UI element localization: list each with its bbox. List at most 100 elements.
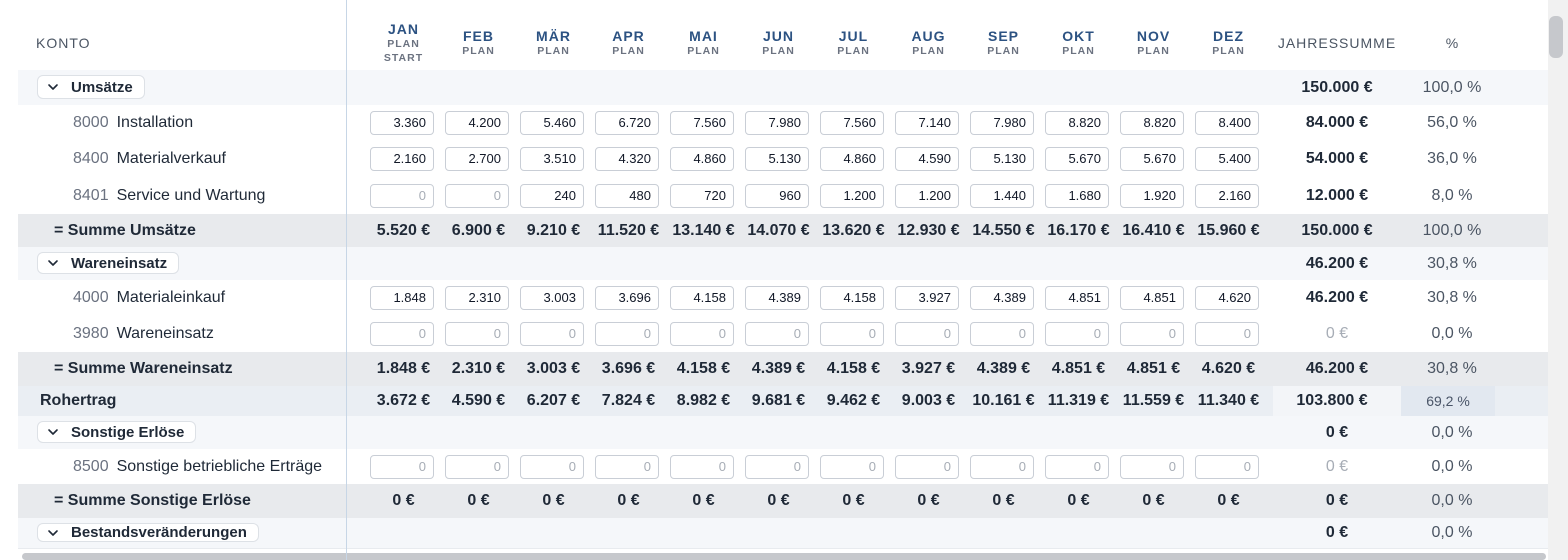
month-value-input[interactable]: 5.400 (1195, 147, 1259, 171)
month-value-input[interactable]: 0 (595, 322, 659, 346)
month-plan-label: PLAN (612, 45, 645, 57)
month-value-input[interactable]: 5.670 (1045, 147, 1109, 171)
month-value-input[interactable]: 960 (745, 184, 809, 208)
share-percent: 8,0 % (1431, 186, 1473, 204)
vertical-scroll-track[interactable] (1548, 0, 1568, 560)
month-value-input[interactable]: 7.980 (745, 111, 809, 135)
month-value-input[interactable]: 1.200 (895, 184, 959, 208)
vertical-scrollbar-thumb[interactable] (1549, 16, 1563, 58)
month-value-input[interactable]: 0 (820, 322, 884, 346)
month-total: 4.851 € (1126, 360, 1181, 377)
month-value-input[interactable]: 0 (1045, 322, 1109, 346)
group-label: Bestandsveränderungen (71, 524, 247, 541)
month-value-input[interactable]: 0 (895, 322, 959, 346)
month-total: 0 € (842, 492, 865, 509)
month-value-input[interactable]: 4.389 (745, 286, 809, 310)
month-value-input[interactable]: 1.200 (820, 184, 884, 208)
month-total: 0 € (767, 492, 790, 509)
month-value-input[interactable]: 240 (520, 184, 584, 208)
month-value-input[interactable]: 2.160 (370, 147, 434, 171)
month-value-input[interactable]: 7.560 (670, 111, 734, 135)
year-sum: 103.800 € (1296, 392, 1368, 409)
month-value-input[interactable]: 7.980 (970, 111, 1034, 135)
month-value-input[interactable]: 8.820 (1045, 111, 1109, 135)
month-total: 0 € (392, 492, 415, 509)
year-sum: 150.000 € (1301, 78, 1373, 96)
month-value-input[interactable]: 3.927 (895, 286, 959, 310)
month-value-input[interactable]: 4.851 (1120, 286, 1184, 310)
month-value-input[interactable]: 8.820 (1120, 111, 1184, 135)
month-value-input[interactable]: 0 (745, 455, 809, 479)
group-toggle-button[interactable]: Wareneinsatz (37, 252, 180, 274)
month-plan-label: PLAN (1062, 45, 1095, 57)
month-value-input[interactable]: 7.140 (895, 111, 959, 135)
month-value-input[interactable]: 480 (595, 184, 659, 208)
month-value-input[interactable]: 0 (520, 322, 584, 346)
month-value-input[interactable]: 0 (370, 322, 434, 346)
month-value-input[interactable]: 0 (1195, 455, 1259, 479)
month-value-input[interactable]: 4.860 (670, 147, 734, 171)
month-value-input[interactable]: 6.720 (595, 111, 659, 135)
month-value-input[interactable]: 4.158 (820, 286, 884, 310)
month-value-input[interactable]: 0 (1120, 322, 1184, 346)
month-value-input[interactable]: 0 (970, 322, 1034, 346)
month-value-input[interactable]: 1.440 (970, 184, 1034, 208)
month-value-input[interactable]: 0 (670, 322, 734, 346)
share-percent: 0,0 % (1431, 324, 1473, 342)
group-toggle-button[interactable]: Umsätze (37, 75, 145, 99)
group-toggle-button[interactable]: Sonstige Erlöse (37, 421, 197, 443)
month-value-input[interactable]: 2.700 (445, 147, 509, 171)
group-toggle-button[interactable]: Bestandsveränderungen (37, 523, 259, 542)
month-value-input[interactable]: 3.696 (595, 286, 659, 310)
month-value-input[interactable]: 1.680 (1045, 184, 1109, 208)
month-value-input[interactable]: 0 (520, 455, 584, 479)
share-percent: 100,0 % (1422, 221, 1482, 239)
month-value-input[interactable]: 720 (670, 184, 734, 208)
month-value-input[interactable]: 5.130 (970, 147, 1034, 171)
month-value-input[interactable]: 5.130 (745, 147, 809, 171)
month-value-input[interactable]: 7.560 (820, 111, 884, 135)
month-value-input[interactable]: 4.851 (1045, 286, 1109, 310)
column-header-month: FEB PLAN (441, 16, 516, 70)
month-value-input[interactable]: 0 (1120, 455, 1184, 479)
month-value-input[interactable]: 0 (595, 455, 659, 479)
month-value-input[interactable]: 0 (370, 184, 434, 208)
month-value-input[interactable]: 4.590 (895, 147, 959, 171)
month-value-input[interactable]: 5.460 (520, 111, 584, 135)
month-value-input[interactable]: 3.003 (520, 286, 584, 310)
year-sum: 12.000 € (1305, 186, 1369, 204)
month-value-input[interactable]: 0 (445, 455, 509, 479)
month-value-input[interactable]: 2.310 (445, 286, 509, 310)
month-total: 5.520 € (376, 221, 431, 239)
month-value-input[interactable]: 4.389 (970, 286, 1034, 310)
month-value-input[interactable]: 4.158 (670, 286, 734, 310)
month-value-input[interactable]: 0 (670, 455, 734, 479)
month-value-input[interactable]: 4.620 (1195, 286, 1259, 310)
month-value-input[interactable]: 0 (370, 455, 434, 479)
month-value-input[interactable]: 0 (895, 455, 959, 479)
column-header-month: JUN PLAN (741, 16, 816, 70)
month-value-input[interactable]: 0 (1045, 455, 1109, 479)
month-value-input[interactable]: 5.670 (1120, 147, 1184, 171)
column-header-jahressumme: JAHRESSUMME (1277, 35, 1397, 51)
month-value-input[interactable]: 1.920 (1120, 184, 1184, 208)
month-value-input[interactable]: 0 (445, 322, 509, 346)
month-value-input[interactable]: 0 (820, 455, 884, 479)
month-value-input[interactable]: 4.860 (820, 147, 884, 171)
month-value-input[interactable]: 0 (745, 322, 809, 346)
table-header: KONTO JAHRESSUMME % JAN PLAN START FEB PLAN M… (18, 16, 1548, 71)
month-value-input[interactable]: 2.160 (1195, 184, 1259, 208)
account-name: Sonstige betriebliche Erträge (116, 457, 323, 475)
month-value-input[interactable]: 8.400 (1195, 111, 1259, 135)
month-value-input[interactable]: 0 (1195, 322, 1259, 346)
share-percent: 30,8 % (1427, 360, 1477, 377)
month-value-input[interactable]: 1.848 (370, 286, 434, 310)
month-value-input[interactable]: 3.510 (520, 147, 584, 171)
horizontal-scrollbar-thumb[interactable] (22, 553, 1546, 560)
month-total: 0 € (917, 492, 940, 509)
month-value-input[interactable]: 0 (445, 184, 509, 208)
month-value-input[interactable]: 4.320 (595, 147, 659, 171)
month-value-input[interactable]: 4.200 (445, 111, 509, 135)
month-value-input[interactable]: 0 (970, 455, 1034, 479)
month-value-input[interactable]: 3.360 (370, 111, 434, 135)
